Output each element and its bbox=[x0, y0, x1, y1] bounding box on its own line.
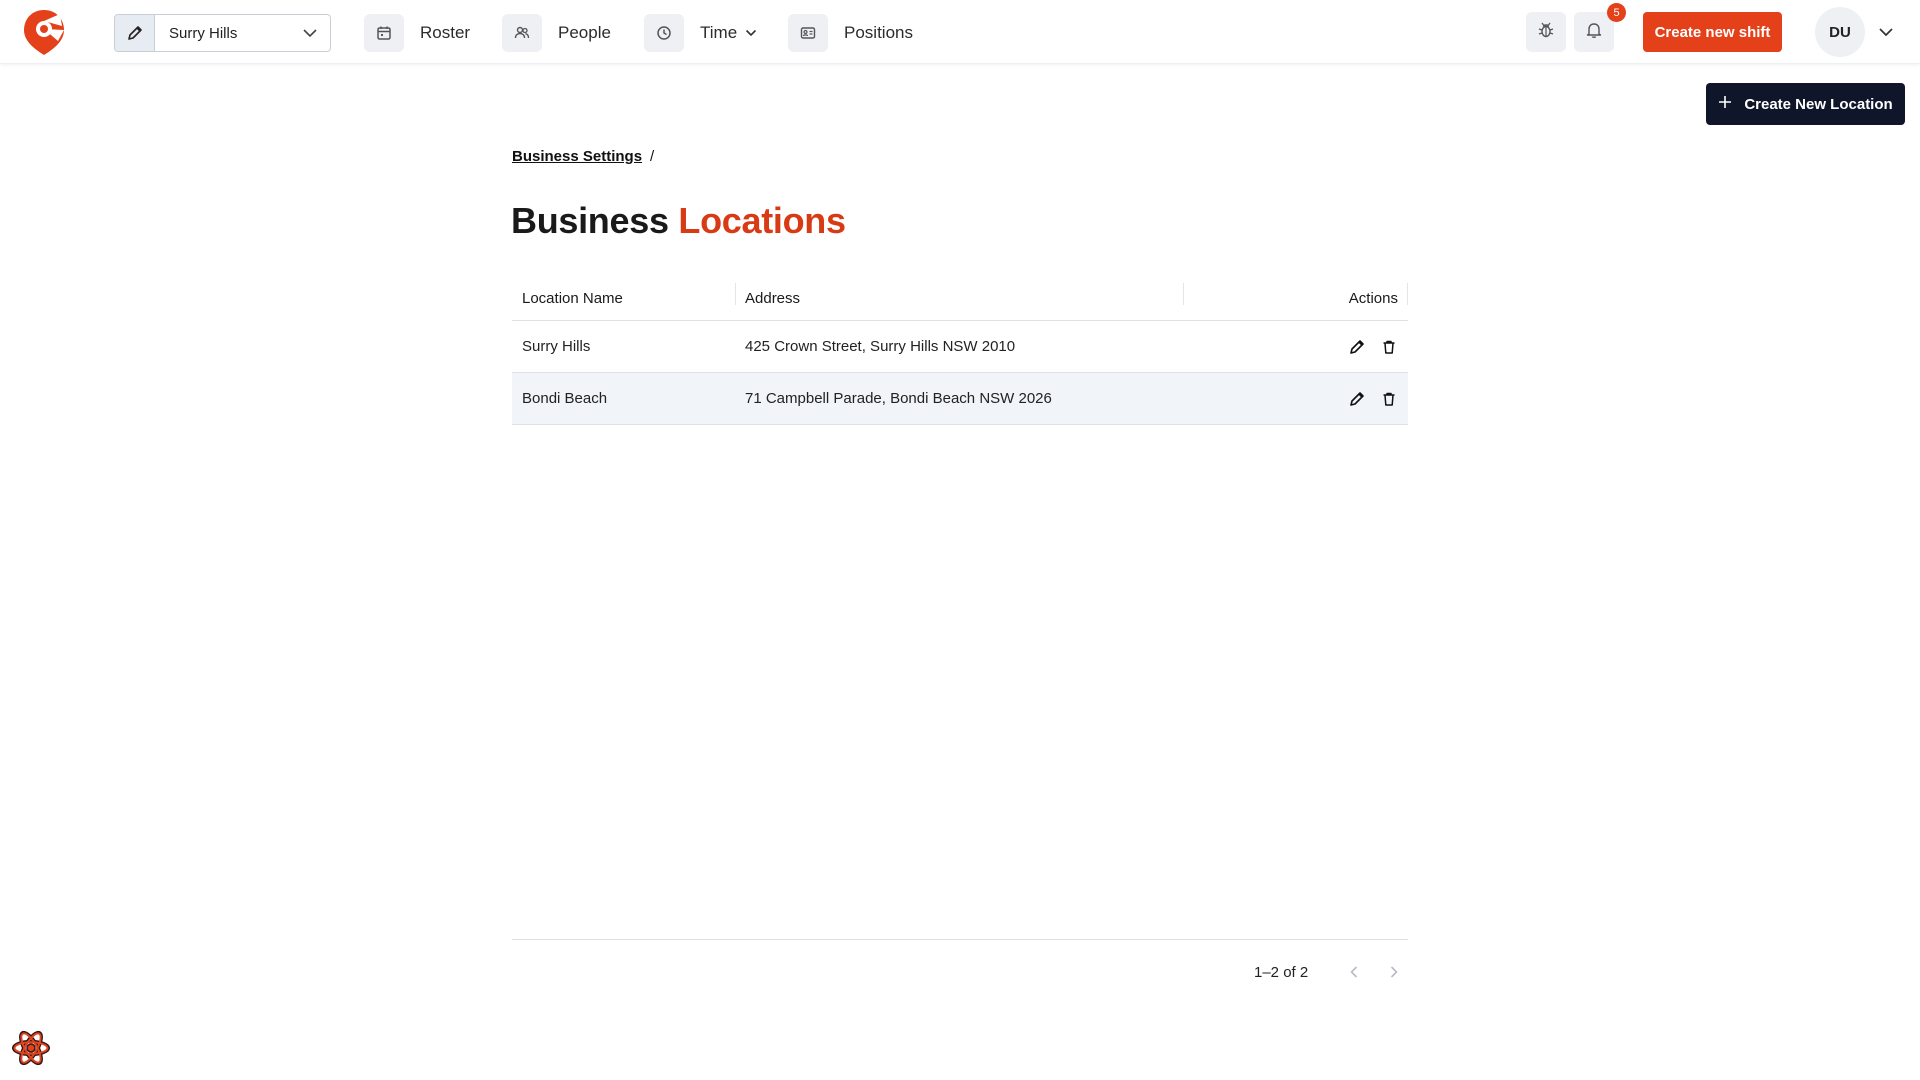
column-separator[interactable] bbox=[735, 283, 736, 305]
column-header-address[interactable]: Address bbox=[735, 290, 1183, 307]
next-page-button[interactable] bbox=[1378, 956, 1410, 988]
cell-location-name: Bondi Beach bbox=[522, 390, 608, 407]
column-header-location-name[interactable]: Location Name bbox=[512, 290, 735, 307]
calendar-icon bbox=[364, 14, 404, 52]
chevron-down-icon bbox=[290, 28, 330, 38]
bug-icon bbox=[1537, 21, 1555, 44]
delete-trash-icon[interactable] bbox=[1380, 338, 1398, 356]
notification-count-badge: 5 bbox=[1607, 3, 1626, 22]
pagination-range: 1–2 of 2 bbox=[1254, 963, 1309, 981]
nav-label-people: People bbox=[558, 23, 611, 42]
pencil-icon[interactable] bbox=[115, 15, 155, 51]
previous-page-button[interactable] bbox=[1338, 956, 1370, 988]
cell-address: 71 Campbell Parade, Bondi Beach NSW 2026 bbox=[745, 390, 1052, 407]
cell-address: 425 Crown Street, Surry Hills NSW 2010 bbox=[745, 338, 1016, 355]
bell-icon bbox=[1585, 21, 1603, 44]
user-avatar[interactable]: DU bbox=[1815, 7, 1865, 57]
table-row[interactable]: Surry Hills 425 Crown Street, Surry Hill… bbox=[512, 321, 1408, 373]
id-card-icon bbox=[788, 14, 828, 52]
nav-label-positions: Positions bbox=[844, 23, 913, 42]
page-title-part2: Locations bbox=[678, 200, 846, 241]
column-separator bbox=[1407, 283, 1408, 305]
delete-trash-icon[interactable] bbox=[1380, 390, 1398, 408]
pagination: 1–2 of 2 bbox=[1254, 956, 1410, 988]
nav-item-positions[interactable]: Positions bbox=[788, 14, 913, 52]
chevron-down-icon bbox=[745, 29, 757, 37]
top-navigation-bar: Surry Hills Roster People Time Positions bbox=[0, 0, 1920, 64]
nav-label-roster: Roster bbox=[420, 23, 471, 42]
app-logo-icon[interactable] bbox=[22, 8, 66, 56]
column-header-actions: Actions bbox=[1348, 290, 1398, 307]
edit-pencil-icon[interactable] bbox=[1348, 390, 1366, 408]
nav-item-roster[interactable]: Roster bbox=[364, 14, 470, 52]
page-title-part1: Business bbox=[511, 200, 669, 241]
table-header-row: Location Name Address Actions bbox=[512, 277, 1408, 321]
breadcrumb: Business Settings / bbox=[512, 148, 654, 165]
clock-icon bbox=[644, 14, 684, 52]
breadcrumb-link-business-settings[interactable]: Business Settings bbox=[512, 148, 642, 165]
bug-report-button[interactable] bbox=[1526, 12, 1566, 52]
page-title: Business Locations bbox=[511, 200, 846, 242]
create-new-location-label: Create New Location bbox=[1744, 95, 1893, 113]
cell-location-name: Surry Hills bbox=[522, 338, 591, 355]
locations-table: Location Name Address Actions Surry Hill… bbox=[512, 277, 1408, 425]
breadcrumb-separator: / bbox=[650, 148, 655, 165]
nav-label-time: Time bbox=[700, 23, 738, 42]
nav-item-time[interactable]: Time bbox=[644, 14, 757, 52]
table-footer-divider bbox=[512, 939, 1408, 940]
row-actions bbox=[1183, 390, 1408, 408]
nav-item-people[interactable]: People bbox=[502, 14, 611, 52]
react-devtools-icon[interactable] bbox=[10, 1027, 52, 1069]
edit-pencil-icon[interactable] bbox=[1348, 338, 1366, 356]
create-new-shift-button[interactable]: Create new shift bbox=[1643, 12, 1782, 52]
chevron-down-icon[interactable] bbox=[1878, 24, 1894, 42]
location-select[interactable]: Surry Hills bbox=[114, 14, 331, 52]
plus-icon bbox=[1718, 95, 1732, 113]
create-new-location-button[interactable]: Create New Location bbox=[1706, 83, 1905, 125]
column-separator[interactable] bbox=[1183, 283, 1184, 305]
row-actions bbox=[1183, 338, 1408, 356]
users-icon bbox=[502, 14, 542, 52]
table-row[interactable]: Bondi Beach 71 Campbell Parade, Bondi Be… bbox=[512, 373, 1408, 425]
location-select-value: Surry Hills bbox=[169, 24, 238, 42]
